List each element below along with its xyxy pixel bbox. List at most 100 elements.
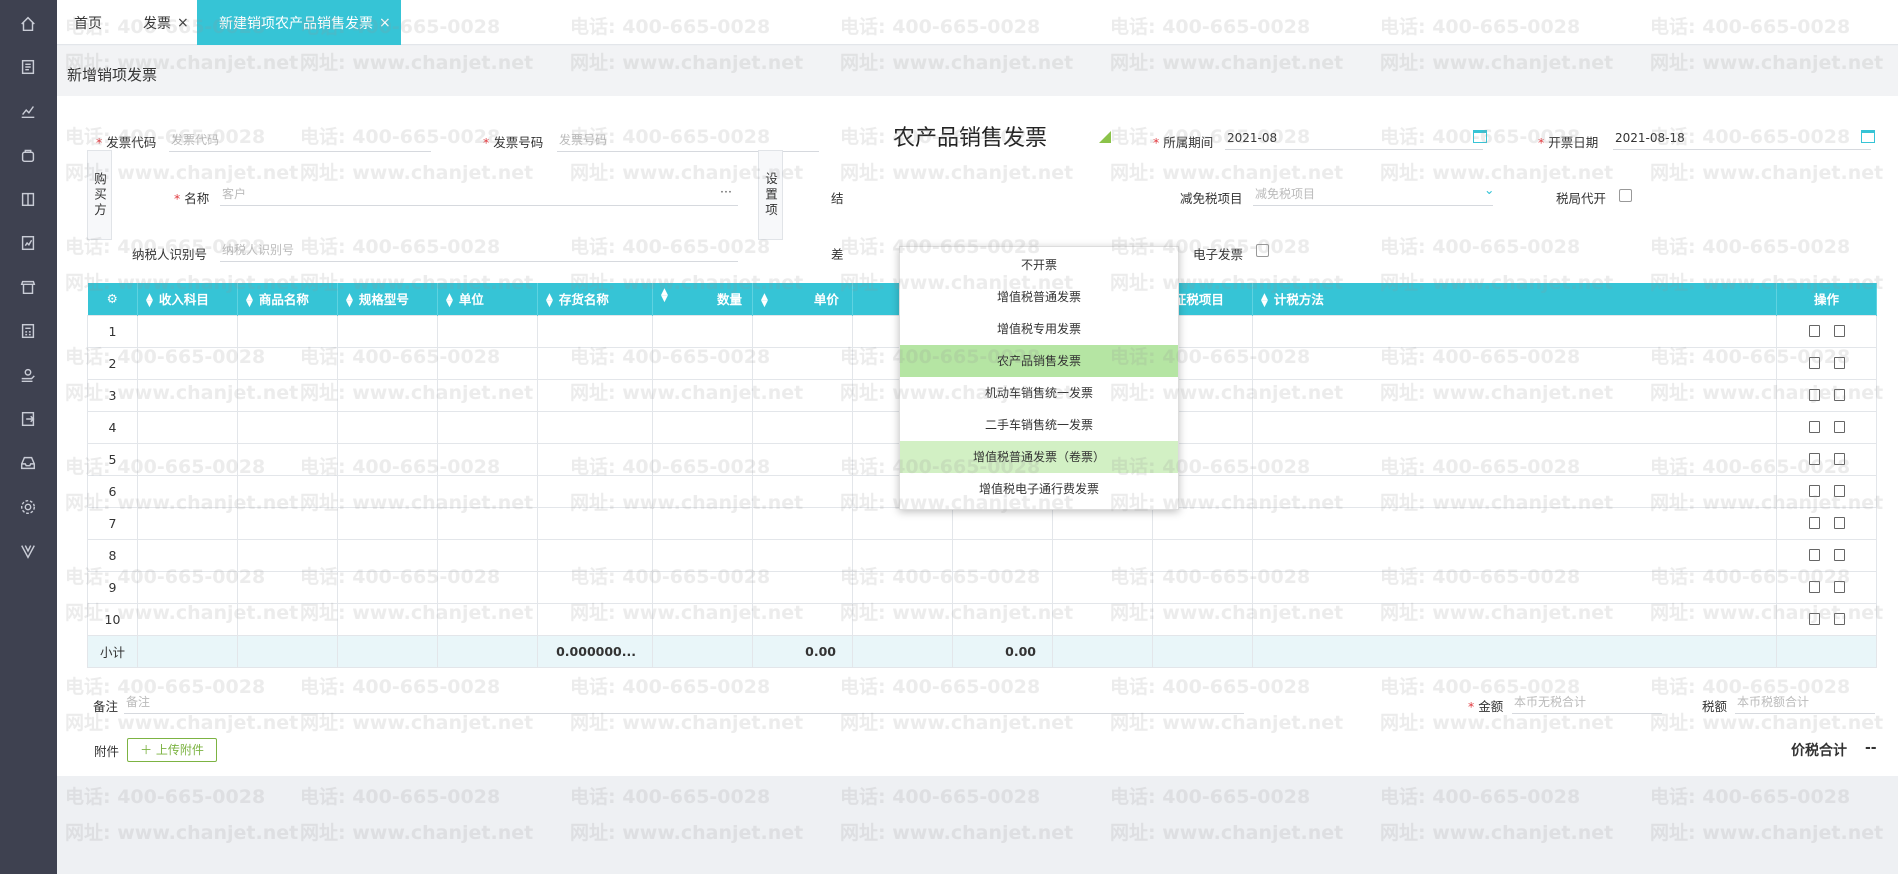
copy-icon[interactable] <box>1833 421 1845 433</box>
table-cell[interactable] <box>237 506 338 540</box>
table-cell[interactable] <box>337 346 438 380</box>
table-cell[interactable] <box>137 602 238 636</box>
table-cell[interactable] <box>237 378 338 412</box>
bag-icon[interactable] <box>14 141 42 169</box>
table-cell[interactable] <box>652 602 753 636</box>
table-cell[interactable] <box>437 346 538 380</box>
export-icon[interactable] <box>14 405 42 433</box>
table-cell[interactable] <box>652 378 753 412</box>
table-cell[interactable] <box>1152 538 1253 572</box>
table-cell[interactable] <box>437 410 538 444</box>
invoice-type-dropdown-icon[interactable] <box>1099 131 1111 143</box>
table-cell[interactable] <box>752 538 853 572</box>
delete-icon[interactable] <box>1808 613 1820 625</box>
calculator-icon[interactable] <box>14 317 42 345</box>
table-cell[interactable] <box>137 538 238 572</box>
table-cell[interactable] <box>437 602 538 636</box>
table-cell[interactable] <box>437 570 538 604</box>
delete-icon[interactable] <box>1808 517 1820 529</box>
table-cell[interactable] <box>337 314 438 348</box>
table-cell[interactable] <box>537 538 653 572</box>
table-cell[interactable] <box>1252 506 1777 540</box>
copy-icon[interactable] <box>1833 517 1845 529</box>
col-income-account[interactable]: ▲ ▼ 收入科目 <box>137 283 238 315</box>
table-cell[interactable] <box>337 570 438 604</box>
table-cell[interactable] <box>1252 314 1777 348</box>
col-spec[interactable]: ▲ ▼ 规格型号 <box>337 283 438 315</box>
delete-icon[interactable] <box>1808 581 1820 593</box>
invoice-type-title[interactable]: 农产品销售发票 <box>893 120 1047 152</box>
table-cell[interactable] <box>137 314 238 348</box>
table-cell[interactable] <box>137 442 238 476</box>
dropdown-option[interactable]: 机动车销售统一发票 <box>900 377 1178 409</box>
remark-field[interactable]: 备注 <box>124 692 1244 714</box>
tax-field[interactable]: 本币税额合计 <box>1735 692 1875 714</box>
table-cell[interactable] <box>537 410 653 444</box>
table-cell[interactable] <box>337 474 438 508</box>
electronic-invoice-checkbox[interactable] <box>1256 244 1269 257</box>
delete-icon[interactable] <box>1808 549 1820 561</box>
table-cell[interactable] <box>1252 378 1777 412</box>
table-cell[interactable] <box>337 378 438 412</box>
col-product-name[interactable]: ▲ ▼ 商品名称 <box>237 283 338 315</box>
close-icon[interactable]: × <box>379 15 391 31</box>
table-cell[interactable] <box>1152 570 1253 604</box>
dropdown-option[interactable]: 增值税普通发票（卷票） <box>900 441 1178 473</box>
table-cell[interactable] <box>752 602 853 636</box>
hand-coin-icon[interactable] <box>14 361 42 389</box>
table-cell[interactable] <box>852 570 953 604</box>
ledger-icon[interactable] <box>14 185 42 213</box>
table-cell[interactable] <box>652 474 753 508</box>
table-cell[interactable] <box>137 378 238 412</box>
table-cell[interactable] <box>337 506 438 540</box>
table-cell[interactable] <box>537 570 653 604</box>
more-icon[interactable]: ··· <box>720 184 732 199</box>
col-unit[interactable]: ▲ ▼ 单位 <box>437 283 538 315</box>
delete-icon[interactable] <box>1808 485 1820 497</box>
copy-icon[interactable] <box>1833 485 1845 497</box>
table-cell[interactable] <box>537 506 653 540</box>
period-field[interactable]: 2021-08 <box>1225 128 1483 150</box>
chart-icon[interactable] <box>14 97 42 125</box>
table-cell[interactable] <box>752 570 853 604</box>
table-cell[interactable] <box>537 442 653 476</box>
table-cell[interactable] <box>437 378 538 412</box>
report-icon[interactable] <box>14 229 42 257</box>
col-inventory-name[interactable]: ▲ ▼ 存货名称 <box>537 283 653 315</box>
table-cell[interactable] <box>752 506 853 540</box>
table-cell[interactable] <box>137 346 238 380</box>
tax-exempt-field[interactable]: 减免税项目 <box>1253 184 1493 206</box>
gear-icon[interactable] <box>14 493 42 521</box>
table-cell[interactable] <box>652 538 753 572</box>
table-cell[interactable] <box>137 506 238 540</box>
dropdown-option[interactable]: 增值税电子通行费发票 <box>900 473 1178 505</box>
table-row[interactable]: 8 <box>87 538 1877 572</box>
table-cell[interactable] <box>1152 506 1253 540</box>
copy-icon[interactable] <box>1833 453 1845 465</box>
table-cell[interactable] <box>1052 538 1153 572</box>
col-tax-method[interactable]: ▲ ▼ 计税方法 <box>1252 283 1777 315</box>
table-cell[interactable] <box>852 538 953 572</box>
home-icon[interactable] <box>14 10 42 38</box>
table-cell[interactable] <box>437 506 538 540</box>
table-row[interactable]: 9 <box>87 570 1877 604</box>
table-cell[interactable] <box>752 314 853 348</box>
delete-icon[interactable] <box>1808 357 1820 369</box>
table-cell[interactable] <box>952 538 1053 572</box>
invoice-type-dropdown[interactable]: 不开票 增值税普通发票 增值税专用发票 农产品销售发票 机动车销售统一发票 二手车销售统一… <box>899 246 1179 510</box>
bureau-issue-checkbox[interactable] <box>1619 189 1632 202</box>
table-cell[interactable] <box>237 602 338 636</box>
table-cell[interactable] <box>137 474 238 508</box>
table-cell[interactable] <box>1252 538 1777 572</box>
table-cell[interactable] <box>137 570 238 604</box>
dropdown-option[interactable]: 不开票 <box>900 249 1178 281</box>
table-cell[interactable] <box>752 346 853 380</box>
table-cell[interactable] <box>137 410 238 444</box>
table-cell[interactable] <box>652 410 753 444</box>
close-icon[interactable]: × <box>177 15 189 31</box>
table-cell[interactable] <box>952 570 1053 604</box>
table-cell[interactable] <box>1252 442 1777 476</box>
table-cell[interactable] <box>237 314 338 348</box>
tab-invoice[interactable]: 发票 × <box>143 0 189 45</box>
table-cell[interactable] <box>237 410 338 444</box>
